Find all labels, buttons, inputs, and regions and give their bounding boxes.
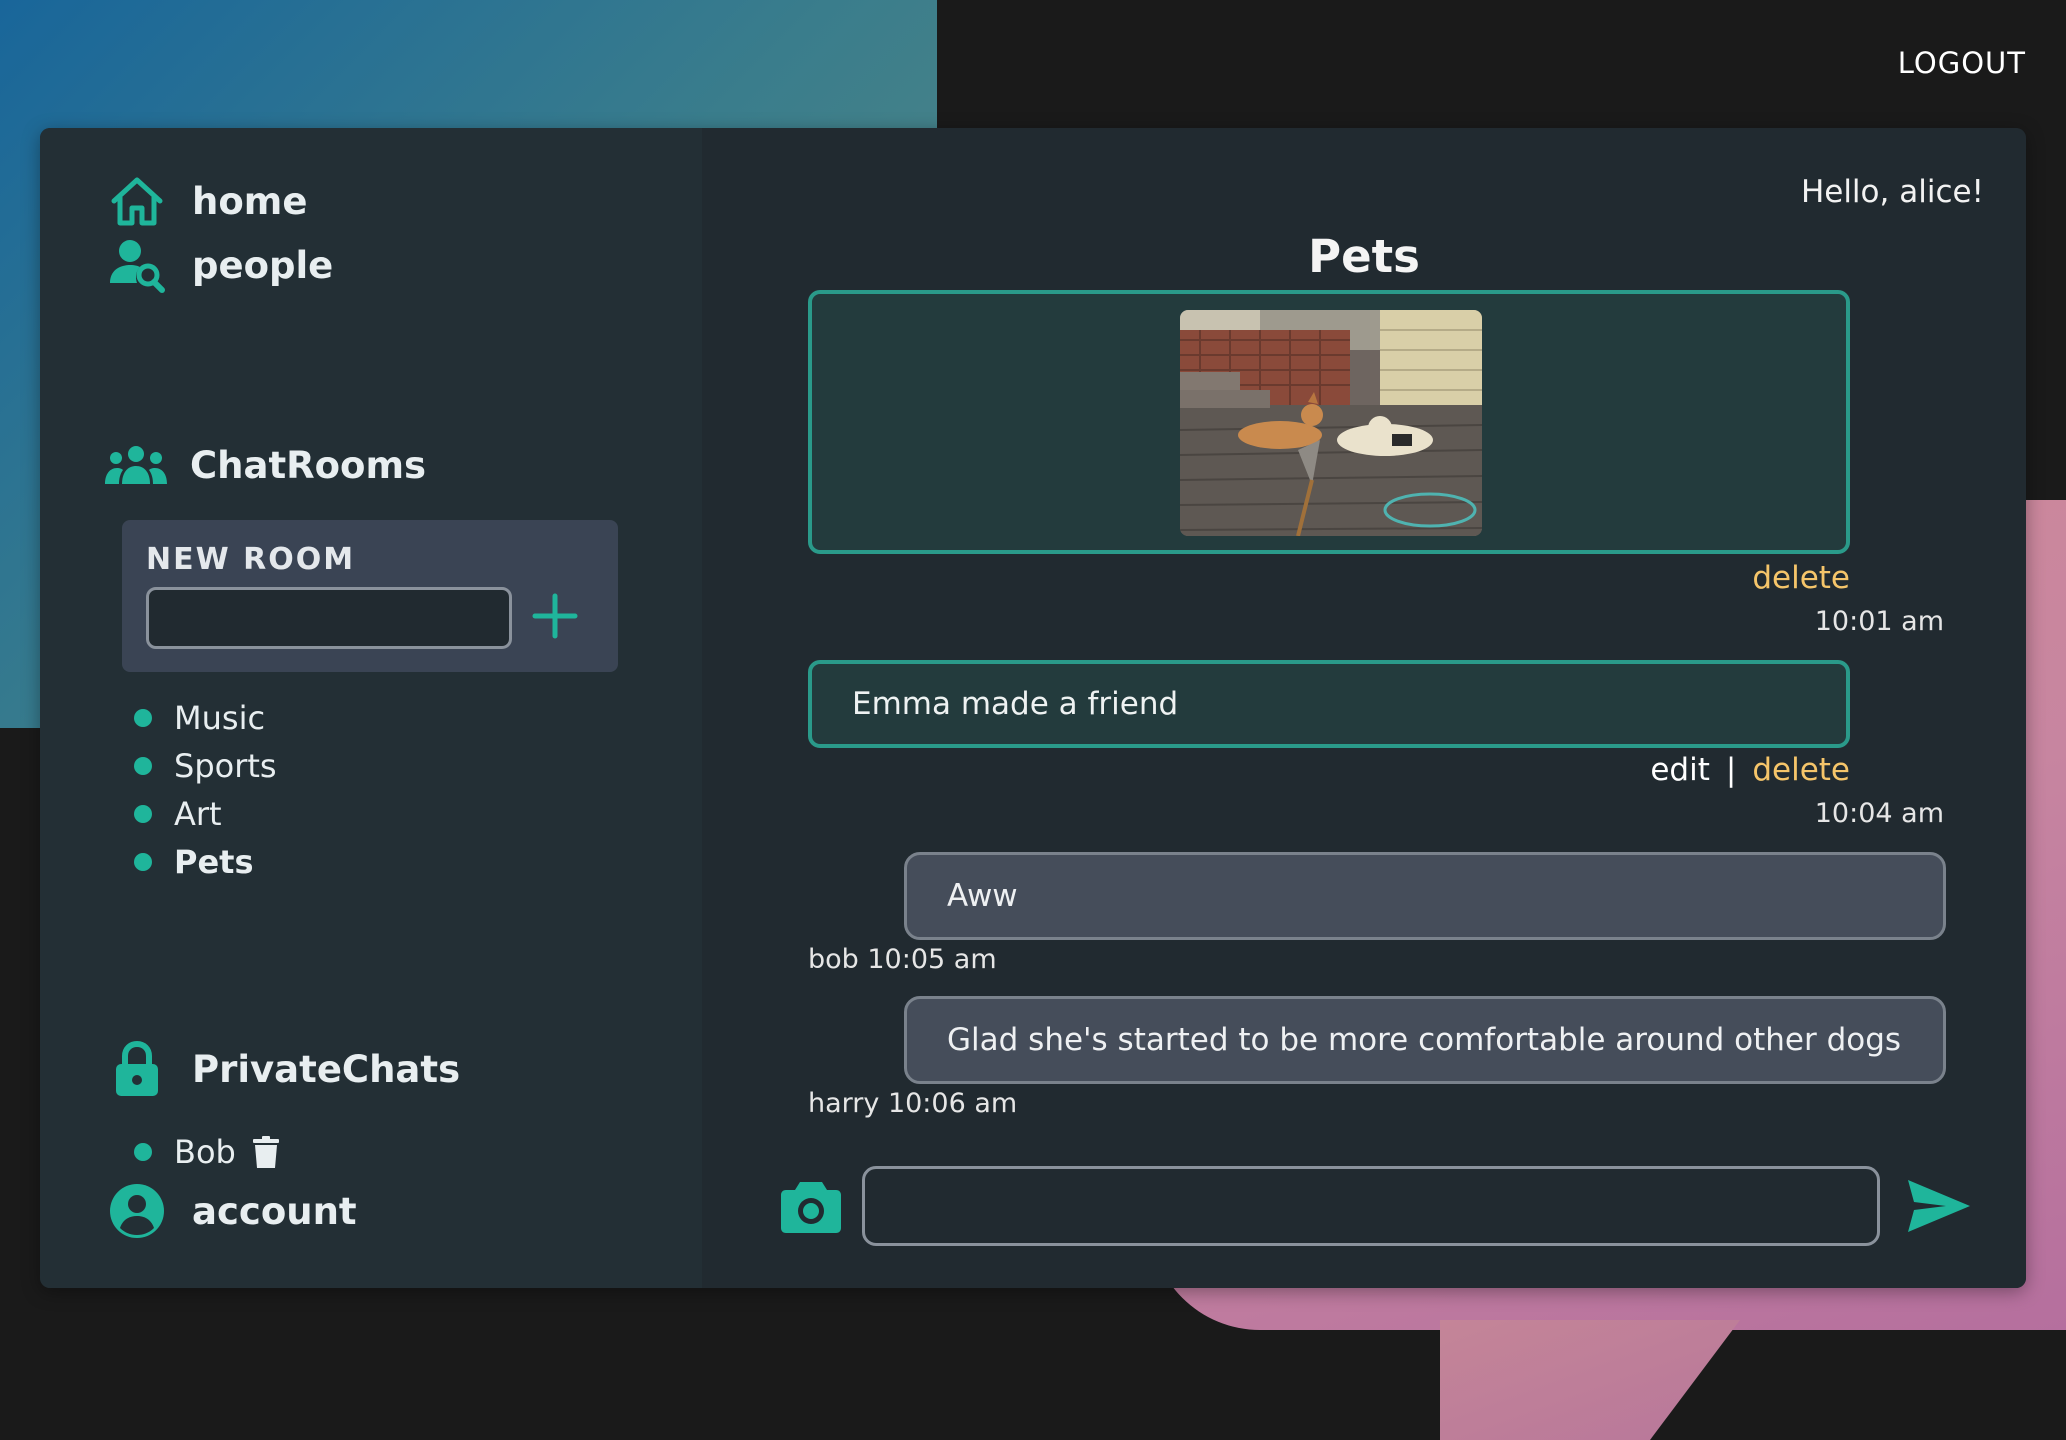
room-item-sports[interactable]: Sports (122, 742, 277, 790)
account-icon (108, 1182, 166, 1240)
other-message: Glad she's started to be more comfortabl… (904, 996, 1946, 1084)
bullet-dot (134, 805, 152, 823)
room-label: Sports (174, 747, 277, 785)
nav-people[interactable]: people (108, 236, 333, 294)
logout-button[interactable]: LOGOUT (1898, 46, 2026, 80)
message-meta: harry 10:06 am (808, 1088, 1018, 1119)
image-message-actions: delete (1752, 560, 1850, 596)
new-room-title: NEW ROOM (146, 542, 356, 577)
home-icon (108, 172, 166, 230)
delete-link[interactable]: delete (1752, 752, 1850, 788)
room-item-music[interactable]: Music (122, 694, 277, 742)
message-composer (780, 1166, 1972, 1246)
bullet-dot (134, 709, 152, 727)
lock-icon (108, 1040, 166, 1098)
privatechats-label: PrivateChats (192, 1047, 461, 1091)
own-text-message: Emma made a friend (808, 660, 1850, 748)
send-icon (1908, 1180, 1970, 1232)
trash-icon (252, 1136, 279, 1168)
bullet-dot (134, 757, 152, 775)
people-search-icon (108, 236, 166, 294)
dogs-photo[interactable] (1180, 310, 1482, 536)
privatechats-header: PrivateChats (108, 1040, 460, 1098)
send-button[interactable] (1906, 1178, 1972, 1234)
room-label: Art (174, 795, 222, 833)
room-label: Music (174, 699, 266, 737)
nav-account-label: account (192, 1189, 357, 1233)
message-text: Aww (947, 878, 1018, 914)
nav-people-label: people (192, 243, 334, 287)
add-room-button[interactable] (532, 593, 578, 643)
room-item-art[interactable]: Art (122, 790, 277, 838)
chatrooms-label: ChatRooms (190, 443, 427, 487)
plus-icon (532, 593, 578, 639)
room-list: Music Sports Art Pets (122, 694, 277, 886)
edit-link[interactable]: edit (1650, 752, 1710, 788)
private-chat-list: Bob (122, 1128, 280, 1176)
nav-account[interactable]: account (108, 1182, 357, 1240)
group-icon (104, 436, 168, 494)
action-separator: | (1725, 752, 1737, 788)
delete-chat-button[interactable] (252, 1135, 280, 1169)
background-pink-tail (1440, 1320, 1740, 1440)
greeting: Hello, alice! (1800, 174, 1984, 210)
private-chat-label[interactable]: Bob (174, 1133, 236, 1171)
delete-link[interactable]: delete (1752, 560, 1850, 596)
chat-panel: Hello, alice! Pets delete 10:01 am Emma … (702, 128, 2026, 1288)
message-meta: bob 10:05 am (808, 944, 997, 975)
nav-home-label: home (192, 179, 308, 223)
nav-home[interactable]: home (108, 172, 307, 230)
room-title: Pets (1308, 230, 1420, 283)
bullet-dot (134, 853, 152, 871)
chatrooms-header: ChatRooms (104, 436, 426, 494)
app-window: home people ChatRooms NEW ROOM Music Spo… (40, 128, 2026, 1288)
camera-icon (781, 1182, 841, 1233)
room-item-pets[interactable]: Pets (122, 838, 277, 886)
other-message: Aww (904, 852, 1946, 940)
message-input[interactable] (862, 1166, 1880, 1246)
message-text: Glad she's started to be more comfortabl… (947, 1022, 1902, 1058)
new-room-input[interactable] (146, 587, 512, 649)
message-text: Emma made a friend (852, 686, 1179, 722)
room-label: Pets (174, 843, 254, 881)
private-chat-item: Bob (122, 1128, 280, 1176)
message-time: 10:04 am (1814, 798, 1944, 829)
bullet-dot (134, 1143, 152, 1161)
text-message-actions: edit | delete (1650, 752, 1850, 788)
attach-photo-button[interactable] (780, 1178, 842, 1234)
new-room-panel: NEW ROOM (122, 520, 618, 672)
own-image-message (808, 290, 1850, 554)
message-time: 10:01 am (1814, 606, 1944, 637)
sidebar: home people ChatRooms NEW ROOM Music Spo… (40, 128, 702, 1288)
